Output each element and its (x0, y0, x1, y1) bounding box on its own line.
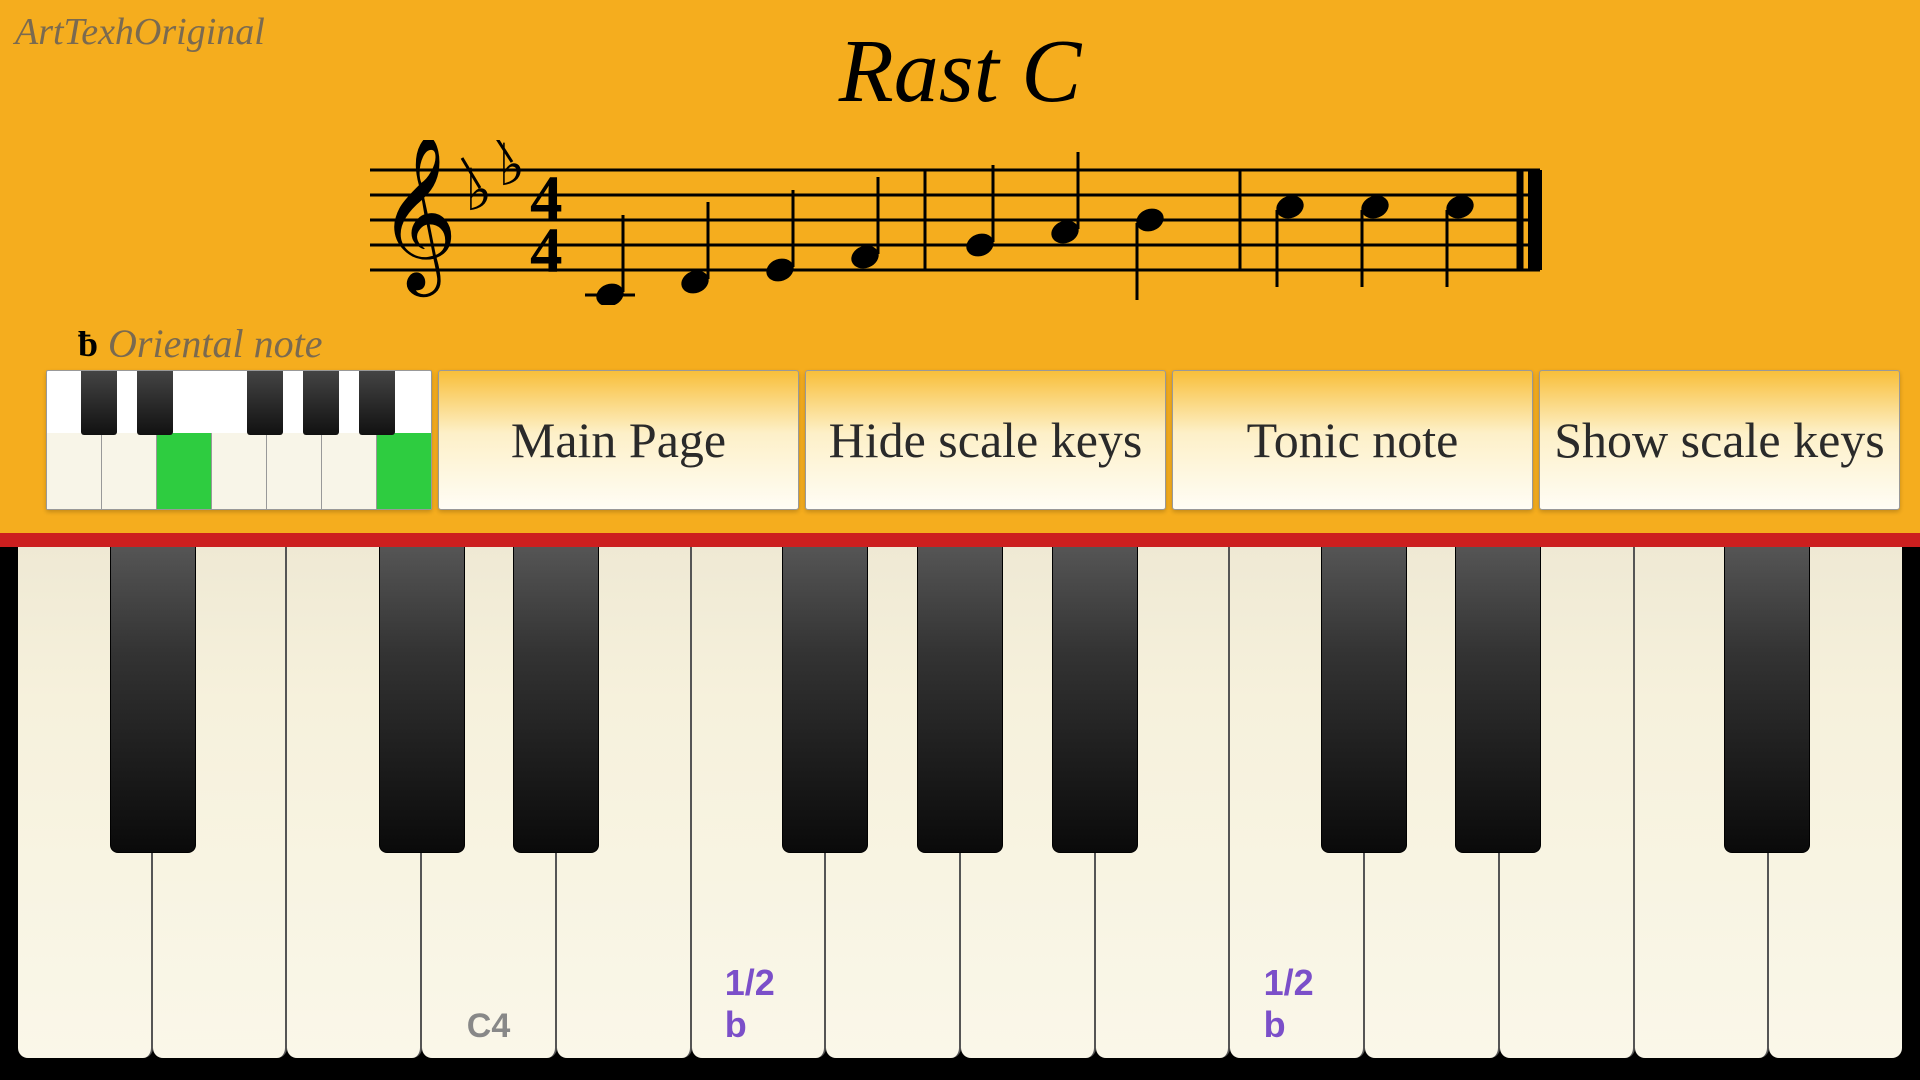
black-key[interactable] (110, 547, 196, 853)
show-scale-keys-button[interactable]: Show scale keys (1539, 370, 1900, 510)
black-key[interactable] (513, 547, 599, 853)
mini-black-key[interactable] (359, 371, 395, 435)
page-title: Rast C (839, 20, 1082, 123)
mini-white-key-highlighted[interactable] (157, 433, 212, 509)
half-flat-icon: ƀ (78, 323, 98, 365)
mini-black-key[interactable] (137, 371, 173, 435)
mini-black-key[interactable] (303, 371, 339, 435)
oriental-note-label: ƀ Oriental note (78, 320, 322, 367)
key-label-c4: C4 (467, 1007, 510, 1046)
mini-white-key-highlighted[interactable] (377, 433, 431, 509)
black-key[interactable] (1724, 547, 1810, 853)
black-key[interactable] (1455, 547, 1541, 853)
mini-white-key[interactable] (267, 433, 322, 509)
time-sig-bottom: 4 (530, 215, 563, 287)
mini-white-key[interactable] (102, 433, 157, 509)
mini-white-key[interactable] (322, 433, 377, 509)
treble-clef-icon: 𝄞 (378, 140, 458, 297)
watermark-text: ArtTexhOriginal (15, 10, 265, 54)
main-page-button[interactable]: Main Page (438, 370, 799, 510)
key-label-half-flat: 1/2 b (725, 962, 791, 1046)
key-label-half-flat: 1/2 b (1264, 962, 1330, 1046)
tonic-note-button[interactable]: Tonic note (1172, 370, 1533, 510)
black-key[interactable] (1321, 547, 1407, 853)
mini-black-key[interactable] (81, 371, 117, 435)
black-key[interactable] (379, 547, 465, 853)
mini-black-key[interactable] (247, 371, 283, 435)
divider-bar (0, 533, 1920, 547)
mini-white-key[interactable] (212, 433, 267, 509)
black-key[interactable] (1052, 547, 1138, 853)
tab-row: Main Page Hide scale keys Tonic note Sho… (46, 370, 1900, 510)
oriental-note-text: Oriental note (108, 320, 322, 367)
black-key[interactable] (917, 547, 1003, 853)
main-piano: C4 1/2 b 1/2 b (0, 547, 1920, 1080)
mini-keyboard[interactable] (46, 370, 432, 510)
mini-white-key[interactable] (47, 433, 102, 509)
music-staff: 𝄞 ♭ ♭ 4 4 (370, 140, 1560, 305)
black-key[interactable] (782, 547, 868, 853)
hide-scale-keys-button[interactable]: Hide scale keys (805, 370, 1166, 510)
